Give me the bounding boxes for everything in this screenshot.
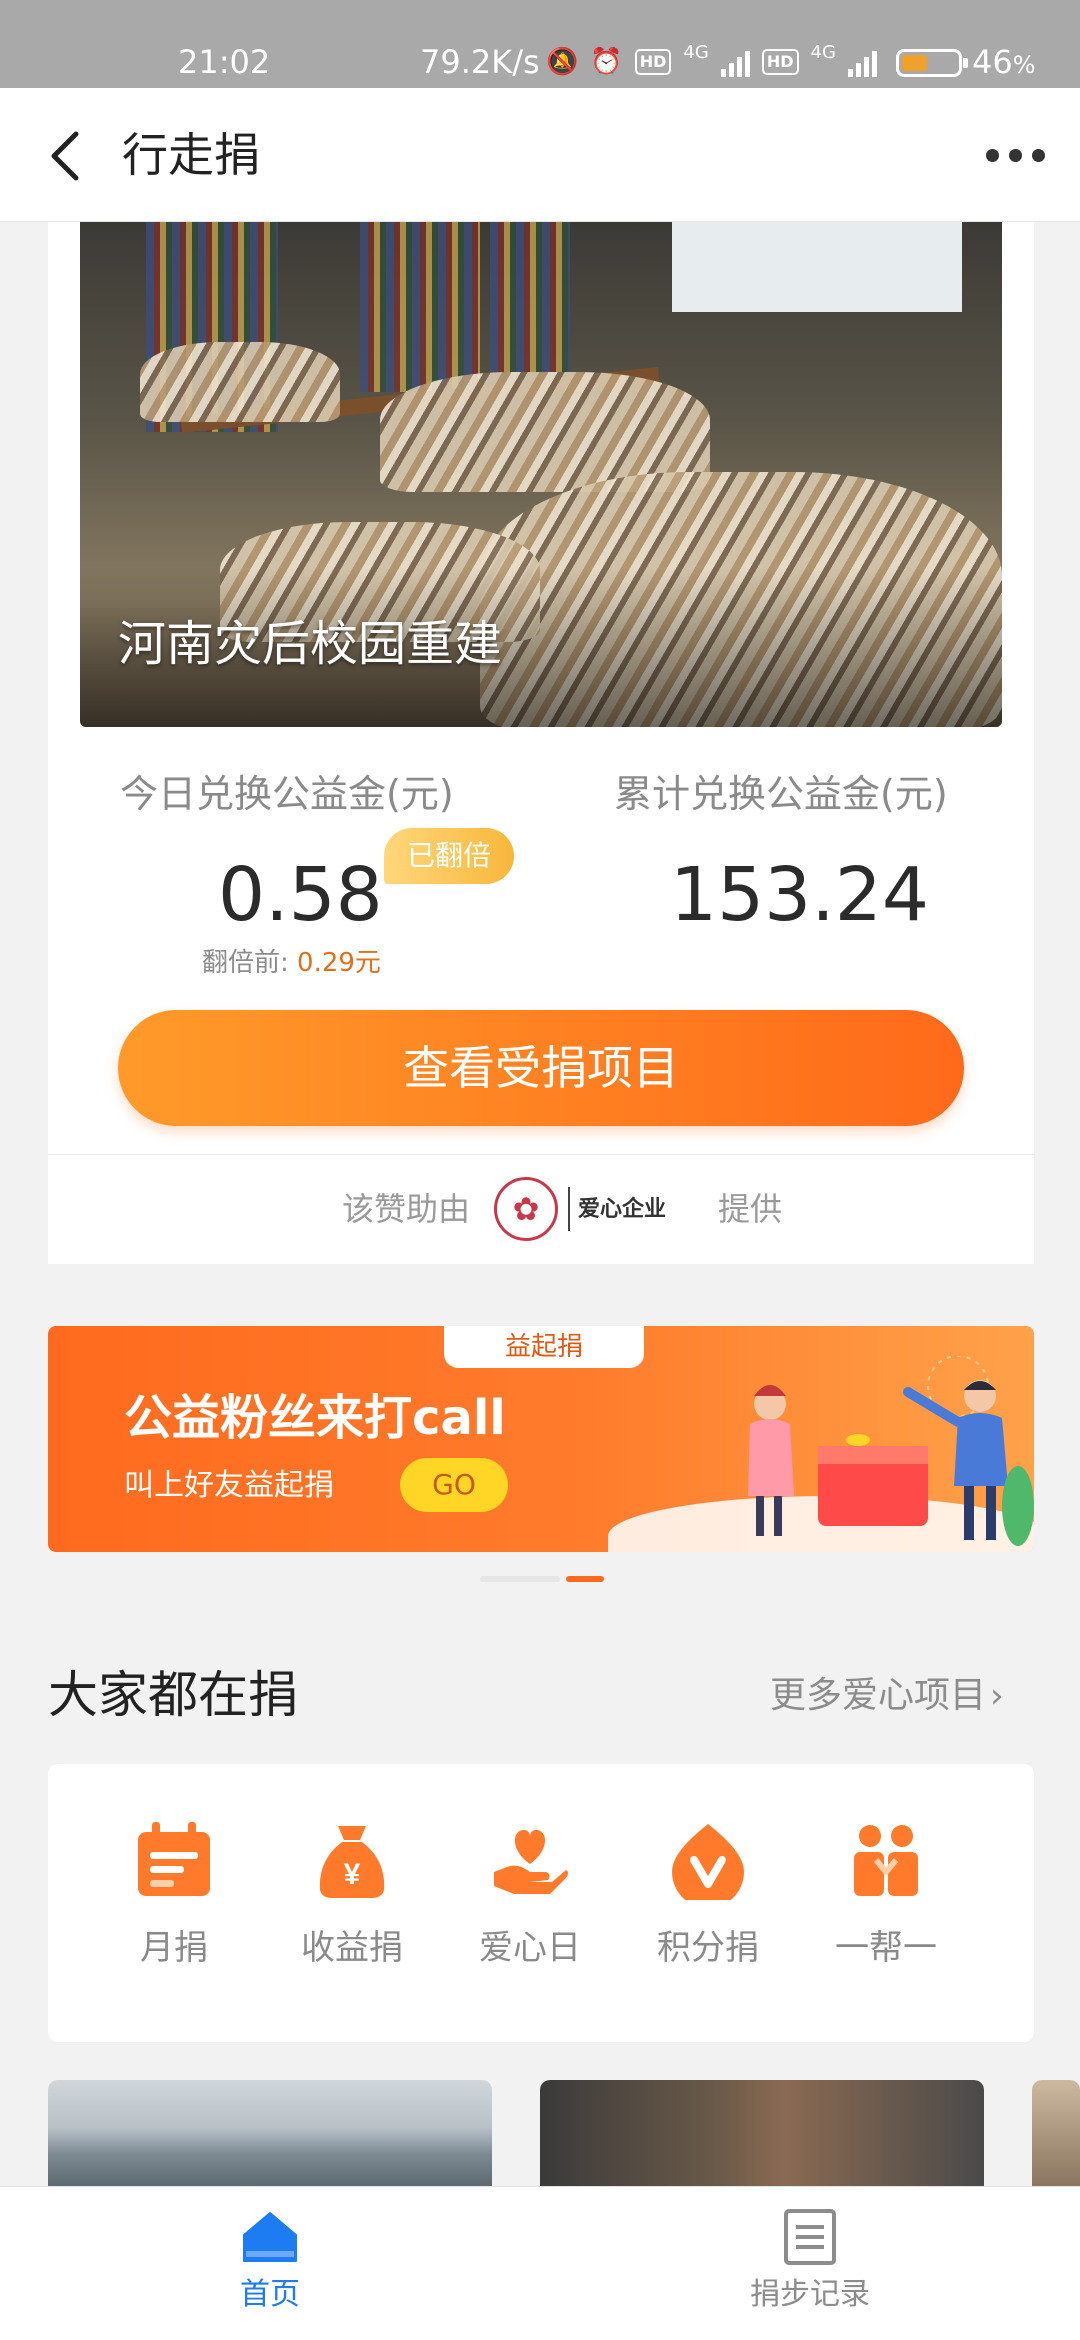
tab-records[interactable]: 捐步记录	[710, 2209, 910, 2319]
hd-icon: HD	[634, 49, 672, 75]
signal-4g-label: 4G	[810, 42, 836, 63]
status-icons: 🔕 ⏰ HD 4G HD 4G	[546, 42, 877, 82]
hd-icon: HD	[761, 49, 799, 75]
signal-4g-label: 4G	[683, 42, 709, 63]
signal-icon	[720, 47, 750, 77]
banner-pagination	[480, 1576, 604, 1584]
category-label: 一帮一	[835, 1928, 937, 1968]
more-dots-icon[interactable]	[986, 140, 1048, 170]
project-caption: 河南灾后校园重建	[118, 616, 503, 672]
category-monthly[interactable]: 月捐	[104, 1820, 244, 2000]
donation-card: 河南灾后校园重建 今日兑换公益金(元) 累计兑换公益金(元) 0.58 153.…	[48, 222, 1034, 1264]
list-document-icon	[784, 2209, 836, 2265]
before-unit: 元	[354, 948, 381, 978]
more-projects-link[interactable]: 更多爱心项目 ›	[770, 1672, 1004, 1720]
navbar: 行走捐	[0, 88, 1080, 222]
before-double: 翻倍前: 0.29元	[202, 946, 381, 980]
sponsor-prefix: 该赞助由	[342, 1190, 471, 1228]
heart-hand-icon	[494, 1830, 568, 1894]
points-icon	[672, 1824, 744, 1900]
sponsor-company: 爱心企业	[578, 1196, 667, 1222]
project-photo[interactable]	[1032, 2080, 1080, 2186]
category-earnings[interactable]: ¥ 收益捐	[282, 1820, 422, 2000]
promo-banner[interactable]: 益起捐 公益粉丝来打call 叫上好友益起捐 GO	[48, 1326, 1034, 1552]
page-title: 行走捐	[122, 128, 260, 182]
category-points[interactable]: 积分捐	[638, 1820, 778, 2000]
section-title: 大家都在捐	[48, 1666, 298, 1724]
view-project-button[interactable]: 查看受捐项目	[118, 1010, 964, 1126]
doubled-badge: 已翻倍	[384, 828, 514, 884]
before-label: 翻倍前:	[202, 948, 298, 978]
project-photo[interactable]	[48, 2080, 492, 2186]
more-projects-label: 更多爱心项目	[770, 1675, 987, 1716]
status-time: 21:02	[178, 43, 271, 81]
alarm-icon: ⏰	[590, 47, 623, 77]
category-label: 收益捐	[301, 1928, 403, 1968]
status-bar: 21:02 79.2K/s 🔕 ⏰ HD 4G HD 4G 46%	[0, 0, 1080, 88]
tab-records-label: 捐步记录	[750, 2277, 870, 2312]
window-decor	[672, 222, 962, 312]
sponsor-divider	[568, 1187, 570, 1231]
today-value: 0.58	[218, 852, 383, 938]
category-label: 爱心日	[479, 1928, 581, 1968]
svg-text:¥: ¥	[344, 1858, 361, 1891]
bookshelf-decor	[360, 222, 480, 392]
total-label: 累计兑换公益金(元)	[614, 772, 948, 816]
category-grid: 月捐 ¥ 收益捐 爱心日 积分捐 一帮一	[48, 1764, 1034, 2042]
category-love-day[interactable]: 爱心日	[460, 1820, 600, 2000]
total-value: 153.24	[670, 852, 929, 938]
chevron-left-icon[interactable]	[40, 128, 96, 184]
pagination-dot-active	[566, 1576, 604, 1582]
category-one-help-one[interactable]: 一帮一	[816, 1820, 956, 2000]
sponsor-row: 该赞助由 爱心企业 提供	[48, 1154, 1034, 1264]
banner-go-button[interactable]: GO	[400, 1458, 508, 1512]
category-label: 积分捐	[657, 1928, 759, 1968]
battery-fill	[902, 55, 927, 71]
today-label: 今日兑换公益金(元)	[120, 772, 454, 816]
banner-tag: 益起捐	[444, 1326, 644, 1368]
pagination-dot	[480, 1576, 560, 1582]
calendar-icon	[138, 1822, 210, 1896]
battery-percent: 46%	[972, 43, 1036, 81]
sponsor-suffix: 提供	[718, 1190, 783, 1228]
banner-headline: 公益粉丝来打call	[124, 1390, 506, 1446]
signal-icon	[847, 47, 877, 77]
home-icon	[243, 2212, 297, 2262]
bookshelf-decor	[490, 222, 570, 372]
banner-subline: 叫上好友益起捐	[124, 1468, 334, 1503]
chevron-right-icon: ›	[990, 1676, 1004, 1716]
category-label: 月捐	[140, 1928, 208, 1968]
money-bag-icon: ¥	[319, 1826, 385, 1898]
network-speed: 79.2K/s	[420, 43, 540, 81]
sponsor-logo	[494, 1177, 558, 1241]
tab-home-label: 首页	[240, 2277, 300, 2312]
books-pile-decor	[140, 342, 340, 422]
people-donation-illustration	[748, 1356, 1034, 1546]
mute-icon: 🔕	[546, 47, 579, 77]
project-image[interactable]: 河南灾后校园重建	[80, 222, 1002, 727]
before-value: 0.29	[297, 948, 355, 978]
tab-home[interactable]: 首页	[170, 2209, 370, 2319]
bottom-tab-bar: 首页 捐步记录	[0, 2186, 1080, 2340]
project-photo[interactable]	[540, 2080, 984, 2186]
one-help-one-icon	[854, 1825, 918, 1896]
battery-icon	[896, 49, 968, 77]
